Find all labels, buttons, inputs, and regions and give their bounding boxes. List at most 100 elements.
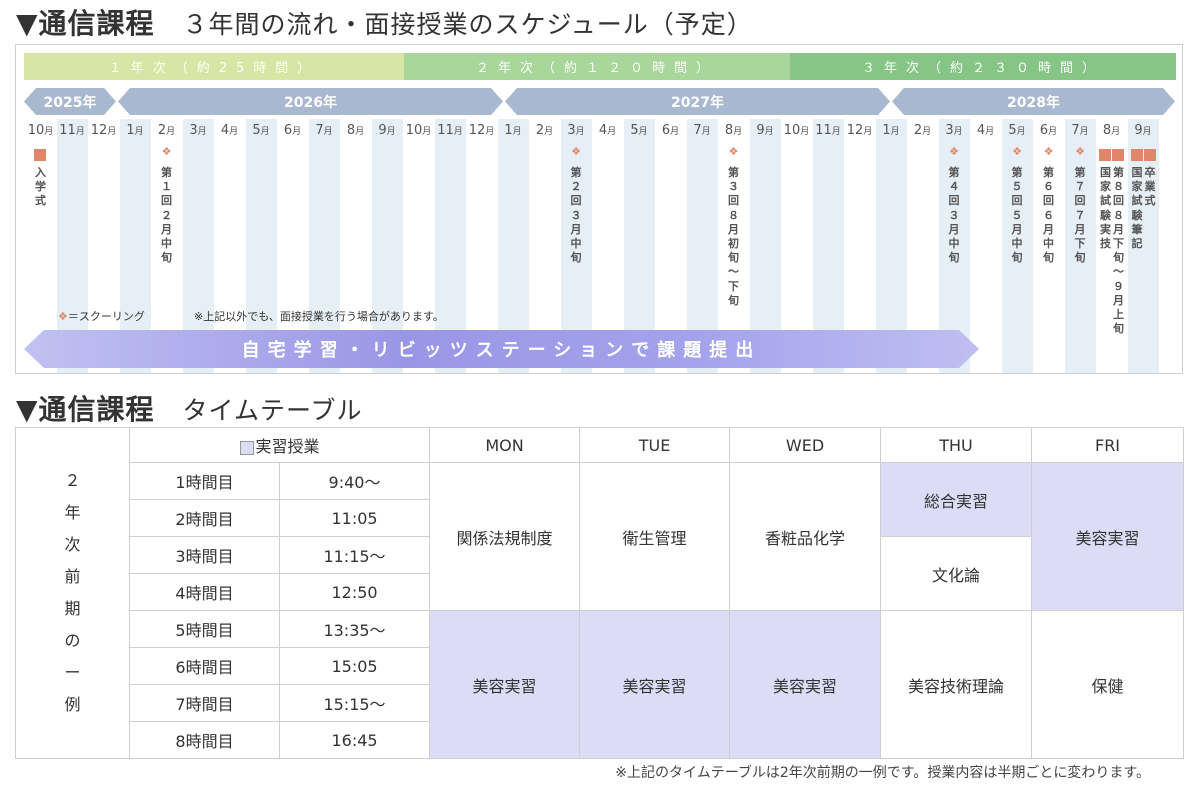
fri-morning: 美容実習 bbox=[1031, 462, 1185, 611]
time-6: 15:05 bbox=[278, 647, 431, 685]
event-label: 第６回６月中旬 bbox=[1043, 166, 1054, 265]
month-label: 12月 bbox=[846, 123, 873, 138]
month-label: 11月 bbox=[437, 123, 463, 138]
day-thu: THU bbox=[880, 427, 1033, 463]
other-note: ※上記以外でも、面接授業を行う場合があります。 bbox=[194, 310, 444, 323]
fri-afternoon: 保健 bbox=[1031, 610, 1185, 759]
schooling-icon: ❖ bbox=[1043, 145, 1054, 158]
schedule-title-main: ▼通信課程 bbox=[16, 7, 155, 40]
side-char: の bbox=[64, 631, 81, 650]
event-label: 第１回２月中旬 bbox=[161, 166, 172, 265]
period-2: 2時間目 bbox=[129, 499, 280, 537]
month-label: 2月 bbox=[157, 123, 176, 138]
day-fri: FRI bbox=[1031, 427, 1185, 463]
side-char: 期 bbox=[64, 599, 81, 618]
month-label: 4月 bbox=[220, 123, 239, 138]
side-char: 次 bbox=[64, 535, 81, 554]
calendar-year-2026: 2026年 bbox=[118, 88, 503, 115]
event-label: 入学式 bbox=[35, 166, 46, 208]
calendar-year-2025: 2025年 bbox=[24, 88, 116, 115]
period-6: 6時間目 bbox=[129, 647, 280, 685]
day-mon: MON bbox=[429, 427, 581, 463]
schooling-icon: ❖ bbox=[58, 310, 68, 323]
time-3: 11:15〜 bbox=[278, 536, 431, 574]
time-1: 9:40〜 bbox=[278, 462, 431, 500]
time-5: 13:35〜 bbox=[278, 610, 431, 648]
month-label: 7月 bbox=[315, 123, 333, 138]
month-label: 12月 bbox=[468, 123, 495, 138]
period-5: 5時間目 bbox=[129, 610, 280, 648]
schooling-icon: ❖ bbox=[728, 145, 739, 158]
month-label: 6月 bbox=[1039, 123, 1058, 138]
thu-morning-2: 文化論 bbox=[880, 536, 1033, 611]
wed-morning: 香粧品化学 bbox=[729, 462, 882, 611]
calendar-year-2027: 2027年 bbox=[505, 88, 890, 115]
month-label: 10月 bbox=[405, 123, 432, 138]
timetable: ２ 年次前期のー例 実習授業 MON TUE WED THU FRI 1時間目 9… bbox=[15, 427, 1185, 759]
event-square-icon bbox=[1130, 149, 1143, 161]
event-square-icon bbox=[34, 149, 46, 161]
calendar-year-2028: 2028年 bbox=[892, 88, 1175, 115]
schooling-icon: ❖ bbox=[571, 145, 581, 158]
month-label: 7月 bbox=[693, 123, 711, 138]
wed-afternoon: 美容実習 bbox=[729, 610, 882, 759]
schooling-icon: ❖ bbox=[161, 145, 172, 158]
month-label: 2月 bbox=[535, 123, 554, 138]
month-label: 3月 bbox=[945, 123, 963, 138]
month-label: 12月 bbox=[90, 123, 117, 138]
schooling-icon: ❖ bbox=[949, 145, 959, 158]
month-label: 10月 bbox=[783, 123, 810, 138]
month-label: 1月 bbox=[882, 123, 900, 138]
day-wed: WED bbox=[729, 427, 882, 463]
period-1: 1時間目 bbox=[129, 462, 280, 500]
event-square-icon bbox=[1099, 149, 1111, 161]
month-label: 8月 bbox=[724, 123, 743, 138]
period-4: 4時間目 bbox=[129, 573, 280, 611]
schooling-icon: ❖ bbox=[1075, 145, 1085, 158]
event-square-icon bbox=[1143, 149, 1156, 161]
schooling-icon: ❖ bbox=[1012, 145, 1022, 158]
mon-afternoon: 美容実習 bbox=[429, 610, 581, 759]
event-label: 第４回３月中旬 bbox=[948, 166, 960, 265]
month-label: 6月 bbox=[661, 123, 680, 138]
timetable-title-main: ▼通信課程 bbox=[16, 393, 155, 426]
side-char: ２ bbox=[64, 471, 81, 490]
period-7: 7時間目 bbox=[129, 684, 280, 722]
month-label: 11月 bbox=[59, 123, 85, 138]
tue-morning: 衛生管理 bbox=[579, 462, 731, 611]
month-label: 5月 bbox=[1008, 123, 1026, 138]
month-label: 5月 bbox=[252, 123, 270, 138]
period-8: 8時間目 bbox=[129, 721, 280, 759]
time-2: 11:05 bbox=[278, 499, 431, 537]
timetable-title: ▼通信課程 タイムテーブル bbox=[16, 388, 363, 428]
schedule-panel: １年次（約25時間） ２年次（約１２０時間） ３年次（約２３０時間） 2025年… bbox=[15, 44, 1183, 374]
month-label: 3月 bbox=[567, 123, 585, 138]
month-label: 3月 bbox=[189, 123, 207, 138]
month-label: 11月 bbox=[815, 123, 841, 138]
mon-morning: 関係法規制度 bbox=[429, 462, 581, 611]
footnote: ※上記のタイムテーブルは2年次前期の一例です。授業内容は半期ごとに変わります。 bbox=[615, 765, 1150, 781]
month-label: 9月 bbox=[756, 123, 774, 138]
month-label: 4月 bbox=[598, 123, 617, 138]
thu-afternoon: 美容技術理論 bbox=[880, 610, 1033, 759]
month-label: 7月 bbox=[1071, 123, 1089, 138]
practical-legend: 実習授業 bbox=[128, 427, 431, 463]
period-3: 3時間目 bbox=[129, 536, 280, 574]
month-label: 9月 bbox=[378, 123, 396, 138]
event-label: 第２回３月中旬 bbox=[570, 166, 582, 265]
event-label: 第５回５月中旬 bbox=[1011, 166, 1023, 265]
side-char: 前 bbox=[64, 567, 81, 586]
month-label: 8月 bbox=[346, 123, 365, 138]
practical-legend-swatch bbox=[239, 440, 254, 455]
month-label: 2月 bbox=[913, 123, 932, 138]
day-tue: TUE bbox=[579, 427, 731, 463]
side-char: 例 bbox=[64, 695, 81, 714]
month-label: 4月 bbox=[976, 123, 995, 138]
month-label: 8月 bbox=[1102, 123, 1121, 138]
schedule-title: ▼通信課程 ３年間の流れ・面接授業のスケジュール（予定） bbox=[16, 2, 753, 42]
time-7: 15:15〜 bbox=[278, 684, 431, 722]
practical-legend-label: 実習授業 bbox=[255, 437, 320, 456]
year-bar-1: １年次（約25時間） bbox=[24, 53, 404, 80]
month-label: 6月 bbox=[283, 123, 302, 138]
year-bar-3: ３年次（約２３０時間） bbox=[790, 53, 1176, 80]
